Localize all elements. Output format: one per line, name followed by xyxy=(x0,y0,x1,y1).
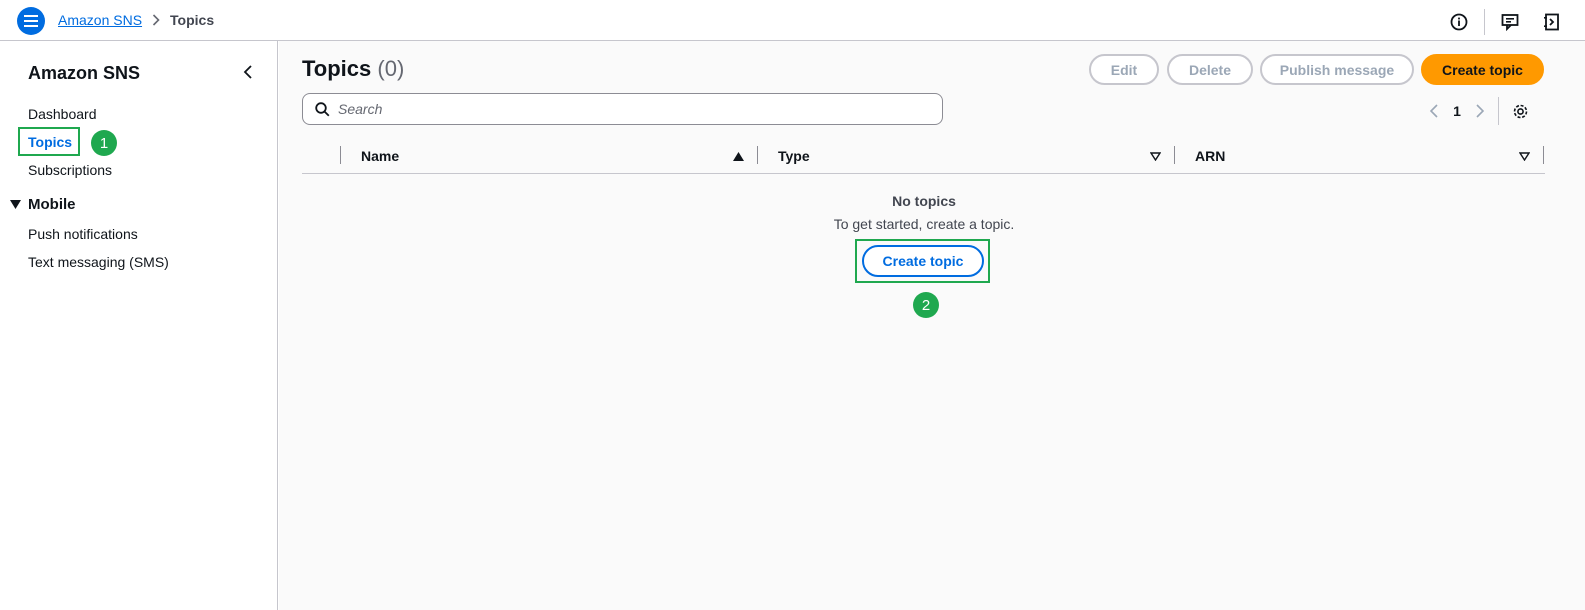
sort-icon[interactable] xyxy=(1149,150,1161,162)
topics-count: (0) xyxy=(377,56,405,81)
breadcrumb-current: Topics xyxy=(170,12,215,28)
column-separator[interactable] xyxy=(757,146,758,164)
sidebar-section-mobile[interactable]: Mobile xyxy=(10,196,76,213)
empty-state-description: To get started, create a topic. xyxy=(833,216,1015,232)
current-page-number[interactable]: 1 xyxy=(1444,103,1470,119)
sidebar-item-dashboard[interactable]: Dashboard xyxy=(28,106,97,122)
pager-divider xyxy=(1498,97,1499,125)
top-icon-group xyxy=(1448,9,1563,35)
sidebar-section-label: Mobile xyxy=(28,196,76,213)
sidebar-title: Amazon SNS xyxy=(28,63,141,83)
top-navigation-bar: Amazon SNS Topics xyxy=(0,0,1585,41)
page-title: Topics (0) xyxy=(302,56,404,82)
search-field xyxy=(302,93,943,125)
annotation-highlight-box-1 xyxy=(18,127,80,156)
main-content: Topics (0) Edit Delete Publish message C… xyxy=(279,41,1585,610)
annotation-badge-1: 1 xyxy=(91,130,117,156)
column-separator[interactable] xyxy=(1174,146,1175,164)
search-icon xyxy=(315,101,330,117)
info-icon[interactable] xyxy=(1448,11,1470,33)
column-separator[interactable] xyxy=(1543,146,1544,164)
search-input[interactable] xyxy=(338,101,918,117)
annotation-badge-2: 2 xyxy=(913,292,939,318)
hamburger-menu-icon[interactable] xyxy=(17,7,45,35)
publish-message-button[interactable]: Publish message xyxy=(1260,54,1414,85)
chevron-right-icon xyxy=(152,14,160,26)
breadcrumb-amazon-sns-link[interactable]: Amazon SNS xyxy=(58,12,142,28)
column-header-type[interactable]: Type xyxy=(778,148,810,164)
chevron-left-icon[interactable] xyxy=(238,62,258,82)
page-title-text: Topics xyxy=(302,56,372,81)
column-separator xyxy=(340,146,341,164)
delete-button[interactable]: Delete xyxy=(1167,54,1253,85)
empty-state-title: No topics xyxy=(892,193,956,209)
next-page-icon[interactable] xyxy=(1470,99,1490,123)
sidebar-item-subscriptions[interactable]: Subscriptions xyxy=(28,162,112,178)
sort-icon[interactable] xyxy=(1518,150,1530,162)
sidebar-item-push-notifications[interactable]: Push notifications xyxy=(28,226,138,242)
gear-icon[interactable] xyxy=(1509,100,1531,122)
table-header: Name Type ARN xyxy=(302,141,1545,174)
top-divider xyxy=(1484,9,1485,35)
annotation-highlight-box-2 xyxy=(855,239,990,283)
panel-toggle-icon[interactable] xyxy=(1541,11,1563,33)
breadcrumb: Amazon SNS Topics xyxy=(58,12,214,28)
sort-ascending-icon[interactable] xyxy=(732,150,744,162)
column-header-arn[interactable]: ARN xyxy=(1195,148,1225,164)
caret-down-icon xyxy=(10,200,21,209)
feedback-icon[interactable] xyxy=(1499,11,1521,33)
edit-button[interactable]: Edit xyxy=(1089,54,1159,85)
sidebar-item-text-messaging[interactable]: Text messaging (SMS) xyxy=(28,254,169,270)
sidebar: Amazon SNS Dashboard Topics 1 Subscripti… xyxy=(0,41,278,610)
pagination: 1 xyxy=(1424,97,1531,125)
column-header-name[interactable]: Name xyxy=(361,148,399,164)
create-topic-button[interactable]: Create topic xyxy=(1421,54,1544,85)
previous-page-icon[interactable] xyxy=(1424,99,1444,123)
